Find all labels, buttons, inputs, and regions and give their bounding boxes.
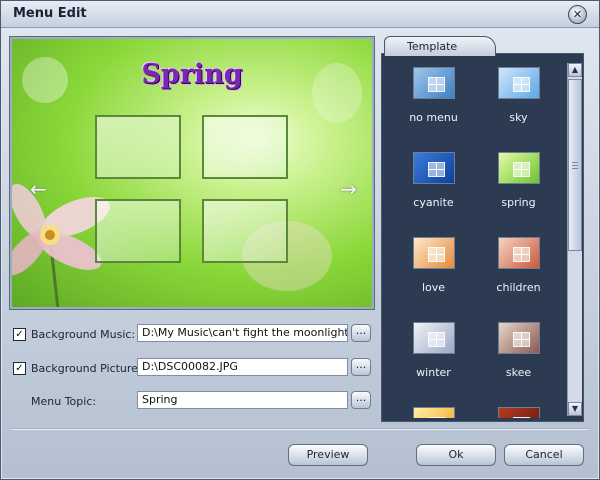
love-thumbnail-icon xyxy=(413,237,455,269)
menu-topic-field[interactable]: Spring xyxy=(137,391,348,409)
template-scrollbar[interactable]: ▲ ▼ xyxy=(567,63,582,416)
cancel-button[interactable]: Cancel xyxy=(504,444,584,466)
template-grid: no menu sky cyanite spring love children winte… xyxy=(385,57,565,418)
template-item[interactable]: children xyxy=(476,227,561,307)
scroll-down-icon[interactable]: ▼ xyxy=(568,402,582,416)
template-item-label: sky xyxy=(509,111,528,124)
template-item-label: no menu xyxy=(409,111,458,124)
menu-topic-label: Menu Topic: xyxy=(31,395,97,408)
skee-thumbnail-icon xyxy=(498,322,540,354)
close-icon[interactable]: ✕ xyxy=(568,5,587,24)
template-item[interactable]: love xyxy=(391,227,476,307)
previous-arrow-icon[interactable]: ← xyxy=(30,179,47,199)
window-title: Menu Edit xyxy=(13,6,87,21)
template-item-label: love xyxy=(421,281,446,294)
children-thumbnail-icon xyxy=(498,237,540,269)
divider xyxy=(11,428,589,430)
orange-thumbnail-icon xyxy=(413,407,455,418)
template-item-label: cyanite xyxy=(413,196,454,209)
cyanite-thumbnail-icon xyxy=(413,152,455,184)
template-item-label: skee xyxy=(505,366,532,379)
preview-button[interactable]: Preview xyxy=(288,444,368,466)
background-picture-checkbox[interactable]: ✓ xyxy=(13,362,26,375)
next-arrow-icon[interactable]: → xyxy=(340,179,357,199)
template-item-label: children xyxy=(496,281,541,294)
no-menu-thumbnail-icon xyxy=(413,67,455,99)
template-item-label: winter xyxy=(416,366,451,379)
title-bar: Menu Edit ✕ xyxy=(1,1,599,28)
template-item[interactable]: winter xyxy=(391,312,476,392)
menu-preview: Spring ← → xyxy=(12,39,372,307)
chapter-thumbnail[interactable] xyxy=(202,115,288,179)
sky-thumbnail-icon xyxy=(498,67,540,99)
tab-template[interactable]: Template xyxy=(384,36,496,56)
chapter-thumbnail[interactable] xyxy=(95,115,181,179)
menu-topic-font-button[interactable]: ... xyxy=(351,391,371,409)
menu-edit-dialog: Menu Edit ✕ Spring ← → Template no menu s… xyxy=(0,0,600,480)
winter-thumbnail-icon xyxy=(413,322,455,354)
background-music-field[interactable]: D:\My Music\can't fight the moonlight.mp… xyxy=(137,324,348,342)
template-item[interactable]: cyanite xyxy=(391,142,476,222)
spring-thumbnail-icon xyxy=(498,152,540,184)
scroll-thumb[interactable] xyxy=(568,79,582,251)
background-music-label: Background Music: xyxy=(31,328,136,341)
template-item[interactable]: no menu xyxy=(391,57,476,137)
chapter-thumbnail[interactable] xyxy=(95,199,181,263)
background-picture-field[interactable]: D:\DSC00082.JPG xyxy=(137,358,348,376)
ok-button[interactable]: Ok xyxy=(416,444,496,466)
red-thumbnail-icon xyxy=(498,407,540,418)
template-item[interactable]: skee xyxy=(476,312,561,392)
tab-template-label: Template xyxy=(407,40,458,53)
template-item[interactable] xyxy=(476,397,561,418)
browse-picture-button[interactable]: ... xyxy=(351,358,371,376)
browse-music-button[interactable]: ... xyxy=(351,324,371,342)
template-item-label: spring xyxy=(501,196,536,209)
template-item[interactable]: spring xyxy=(476,142,561,222)
template-item[interactable] xyxy=(391,397,476,418)
template-item[interactable]: sky xyxy=(476,57,561,137)
background-picture-label: Background Picture: xyxy=(31,362,142,375)
chapter-thumbnail[interactable] xyxy=(202,199,288,263)
background-music-checkbox[interactable]: ✓ xyxy=(13,328,26,341)
scroll-up-icon[interactable]: ▲ xyxy=(568,63,582,77)
menu-title[interactable]: Spring xyxy=(12,59,372,90)
